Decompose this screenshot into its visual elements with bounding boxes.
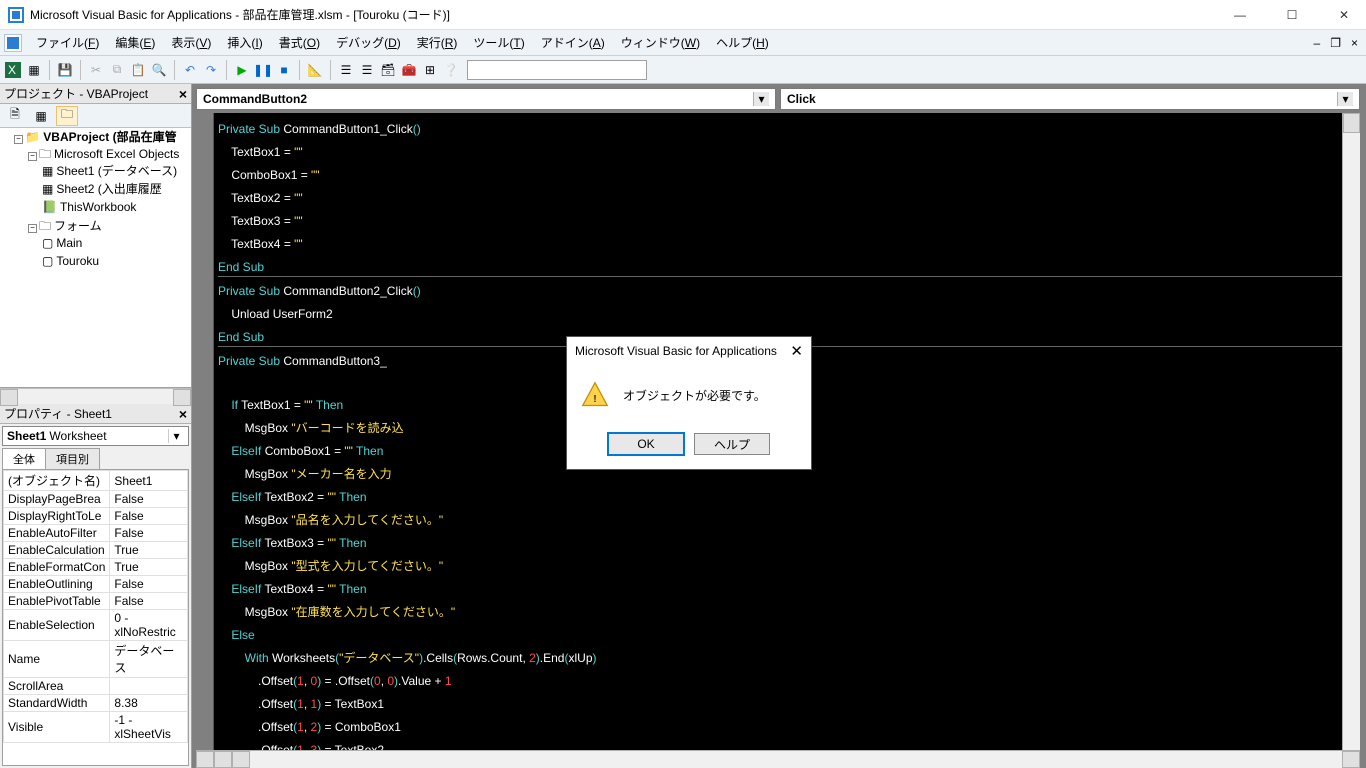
menu-format[interactable]: 書式(O)	[271, 32, 328, 53]
property-row[interactable]: EnablePivotTableFalse	[4, 593, 188, 610]
tree-form-touroku[interactable]: ▢ Touroku	[42, 252, 191, 270]
run-icon[interactable]: ▶	[233, 61, 251, 79]
tree-sheet2[interactable]: ▦ Sheet2 (入出庫履歴	[42, 180, 191, 198]
tree-hscrollbar[interactable]	[0, 388, 191, 404]
redo-icon[interactable]: ↷	[202, 61, 220, 79]
design-mode-icon[interactable]: 📐	[306, 61, 324, 79]
mdi-minimize[interactable]: –	[1314, 36, 1321, 50]
property-row[interactable]: Nameデータベース	[4, 641, 188, 678]
menu-edit[interactable]: 編集(E)	[107, 32, 163, 53]
code-hscrollbar[interactable]	[196, 750, 1360, 768]
reset-icon[interactable]: ■	[275, 61, 293, 79]
find-icon[interactable]: 🔍	[150, 61, 168, 79]
property-row[interactable]: StandardWidth8.38	[4, 695, 188, 712]
title-app: Microsoft Visual Basic for Applications …	[30, 6, 450, 23]
error-dialog: Microsoft Visual Basic for Applications …	[566, 336, 812, 470]
mdi-close[interactable]: ×	[1351, 36, 1358, 50]
object-browser-icon[interactable]: 🗃	[379, 61, 397, 79]
properties-tab-all[interactable]: 全体	[2, 448, 46, 469]
property-row[interactable]: EnableCalculationTrue	[4, 542, 188, 559]
undo-icon[interactable]: ↶	[181, 61, 199, 79]
properties-grid[interactable]: (オブジェクト名)Sheet1DisplayPageBreaFalseDispl…	[2, 469, 189, 766]
object-combo[interactable]: CommandButton2▾	[196, 88, 776, 110]
svg-text:X: X	[8, 63, 16, 77]
vba-menu-icon[interactable]	[4, 34, 22, 52]
window-titlebar: Microsoft Visual Basic for Applications …	[0, 0, 1366, 30]
code-margin	[196, 113, 214, 750]
warning-icon: !	[581, 381, 609, 409]
menu-window[interactable]: ウィンドウ(W)	[613, 32, 708, 53]
property-row[interactable]: DisplayRightToLeFalse	[4, 508, 188, 525]
dialog-ok-button[interactable]: OK	[608, 433, 684, 455]
menu-help[interactable]: ヘルプ(H)	[708, 32, 777, 53]
properties-icon[interactable]: ☰	[358, 61, 376, 79]
copy-icon[interactable]: ⧉	[108, 61, 126, 79]
property-row[interactable]: EnableOutliningFalse	[4, 576, 188, 593]
save-icon[interactable]: 💾	[56, 61, 74, 79]
vba-icon	[8, 7, 24, 23]
tree-sheet1[interactable]: ▦ Sheet1 (データベース)	[42, 162, 191, 180]
ms-help-icon[interactable]: ❔	[442, 61, 460, 79]
tree-form-main[interactable]: ▢ Main	[42, 234, 191, 252]
menu-view[interactable]: 表示(V)	[163, 32, 219, 53]
excel-icon[interactable]: X	[4, 61, 22, 79]
dialog-close-icon[interactable]: ✕	[790, 342, 803, 360]
property-row[interactable]: Visible-1 - xlSheetVis	[4, 712, 188, 743]
menu-insert[interactable]: 挿入(I)	[219, 32, 270, 53]
project-toolbar: 🗎 ▦ 🗀	[0, 104, 191, 128]
menu-debug[interactable]: デバッグ(D)	[328, 32, 409, 53]
property-row[interactable]: DisplayPageBreaFalse	[4, 491, 188, 508]
property-row[interactable]: EnableAutoFilterFalse	[4, 525, 188, 542]
toolbox-icon[interactable]: 🧰	[400, 61, 418, 79]
toggle-folders-icon[interactable]: 🗀	[56, 106, 78, 126]
insert-module-icon[interactable]: ▦	[25, 61, 43, 79]
dialog-message: オブジェクトが必要です。	[623, 387, 766, 404]
procedure-combo[interactable]: Click▾	[780, 88, 1360, 110]
menu-addin[interactable]: アドイン(A)	[533, 32, 613, 53]
maximize-button[interactable]: ☐	[1278, 8, 1306, 22]
project-close-icon[interactable]: ×	[179, 86, 187, 102]
menu-run[interactable]: 実行(R)	[409, 32, 466, 53]
project-panel-header: プロジェクト - VBAProject×	[0, 84, 191, 104]
minimize-button[interactable]: —	[1226, 8, 1254, 22]
code-vscrollbar[interactable]	[1342, 113, 1360, 750]
property-row[interactable]: EnableFormatConTrue	[4, 559, 188, 576]
mdi-restore[interactable]: ❐	[1330, 36, 1341, 50]
properties-object-select[interactable]: Sheet1 Worksheet▾	[2, 426, 189, 446]
project-tree[interactable]: −📁 VBAProject (部品在庫管 −🗀 Microsoft Excel …	[0, 128, 191, 388]
full-module-view-icon[interactable]	[196, 751, 214, 768]
view-object-icon[interactable]: ▦	[30, 106, 52, 126]
property-row[interactable]: ScrollArea	[4, 678, 188, 695]
view-code-icon[interactable]: 🗎	[4, 106, 26, 126]
project-explorer-icon[interactable]: ☰	[337, 61, 355, 79]
menu-bar: ファイル(F) 編集(E) 表示(V) 挿入(I) 書式(O) デバッグ(D) …	[0, 30, 1366, 56]
properties-close-icon[interactable]: ×	[179, 406, 187, 422]
menu-tools[interactable]: ツール(T)	[465, 32, 532, 53]
properties-panel-header: プロパティ - Sheet1×	[0, 404, 191, 424]
paste-icon[interactable]: 📋	[129, 61, 147, 79]
tab-order-icon[interactable]: ⊞	[421, 61, 439, 79]
tree-thisworkbook[interactable]: 📗 ThisWorkbook	[42, 198, 191, 216]
dialog-titlebar: Microsoft Visual Basic for Applications …	[567, 337, 811, 365]
procedure-view-icon[interactable]	[214, 751, 232, 768]
svg-text:!: !	[593, 393, 597, 405]
properties-tab-categorized[interactable]: 項目別	[45, 448, 100, 469]
property-row[interactable]: EnableSelection0 - xlNoRestric	[4, 610, 188, 641]
close-button[interactable]: ✕	[1330, 8, 1358, 22]
menu-file[interactable]: ファイル(F)	[28, 32, 107, 53]
cut-icon[interactable]: ✂	[87, 61, 105, 79]
break-icon[interactable]: ❚❚	[254, 61, 272, 79]
toolbar-combo[interactable]	[467, 60, 647, 80]
property-row[interactable]: (オブジェクト名)Sheet1	[4, 471, 188, 491]
dialog-help-button[interactable]: ヘルプ	[694, 433, 770, 455]
toolbar: X ▦ 💾 ✂ ⧉ 📋 🔍 ↶ ↷ ▶ ❚❚ ■ 📐 ☰ ☰ 🗃 🧰 ⊞ ❔	[0, 56, 1366, 84]
